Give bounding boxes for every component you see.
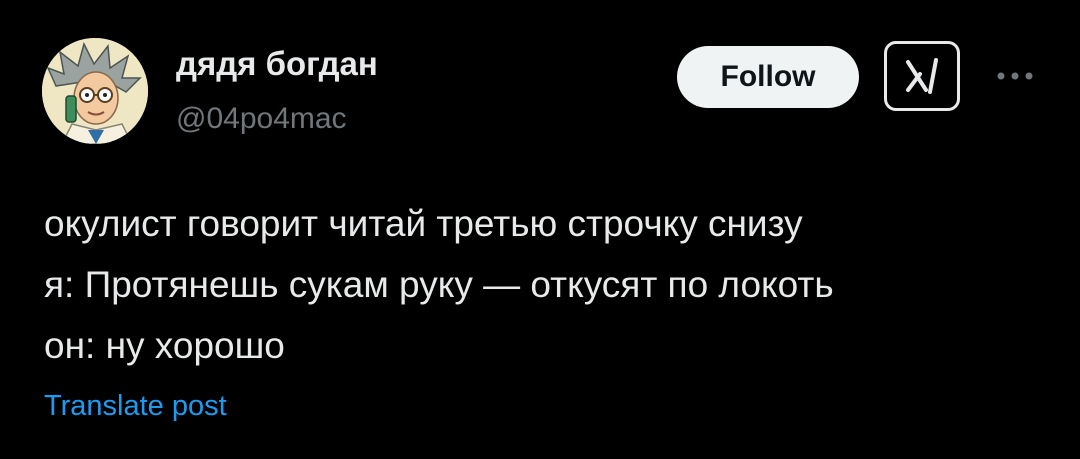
post-card: дядя богдан @04po4mac Follow окулист гов… — [0, 0, 1080, 459]
more-dots-icon — [997, 72, 1033, 80]
post-line: окулист говорит читай третью строчку сни… — [44, 203, 803, 244]
author-display-name[interactable]: дядя богдан — [176, 44, 378, 84]
cartoon-scientist-avatar — [42, 38, 148, 144]
author-handle[interactable]: @04po4mac — [176, 101, 347, 137]
post-line: он: ну хорошо — [44, 325, 285, 366]
follow-button[interactable]: Follow — [677, 46, 859, 108]
translate-post-link[interactable]: Translate post — [44, 388, 227, 424]
avatar[interactable] — [42, 38, 148, 144]
grok-icon — [906, 58, 938, 94]
grok-button[interactable] — [884, 41, 960, 111]
post-line: я: Протянешь сукам руку — откусят по лок… — [44, 264, 834, 305]
post-text: окулист говорит читай третью строчку сни… — [44, 193, 1044, 376]
more-options-button[interactable] — [985, 56, 1045, 96]
